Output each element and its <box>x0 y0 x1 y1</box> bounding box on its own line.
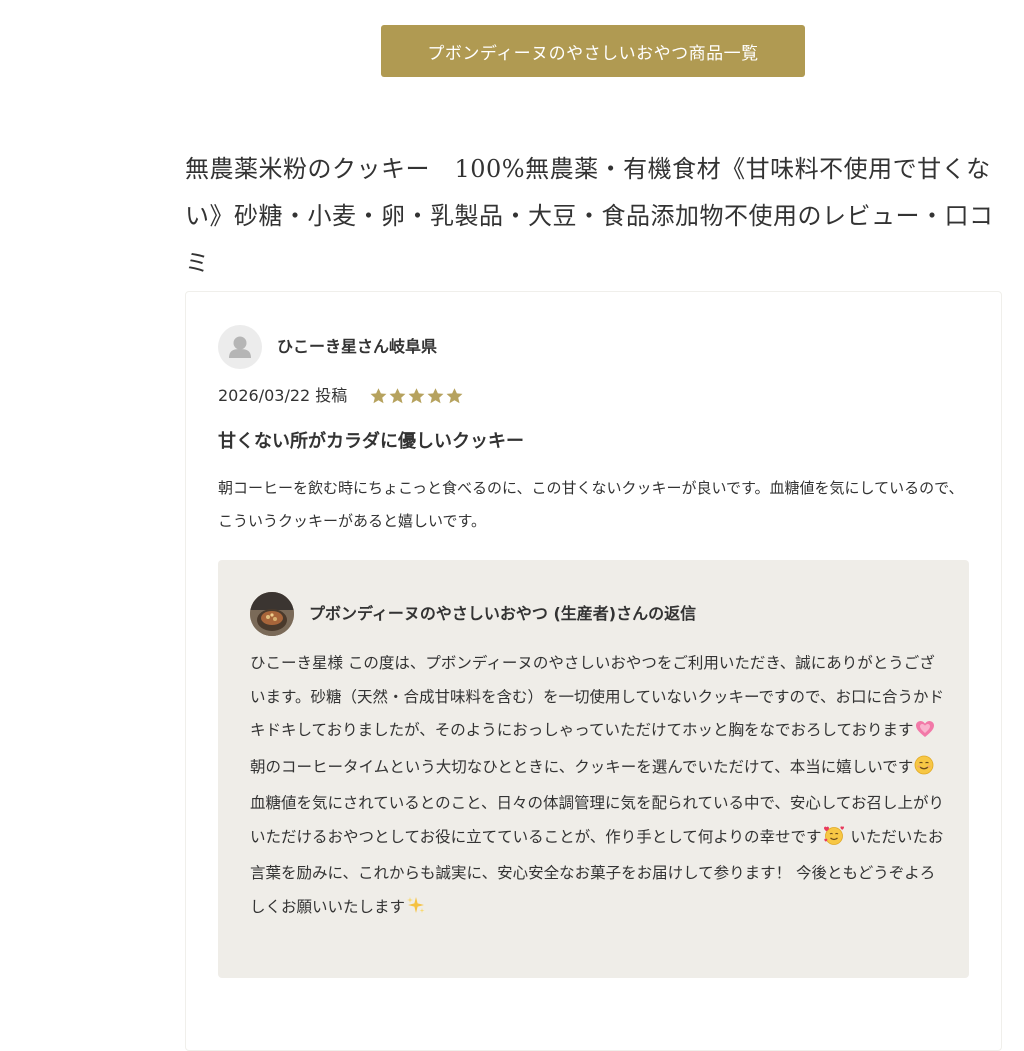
responder-name: プボンディーヌのやさしいおやつ (生産者)さんの返信 <box>309 604 697 623</box>
sparkles-emoji-icon <box>406 894 426 928</box>
smiling-face-emoji-icon <box>914 754 934 788</box>
review-title: 甘くない所がカラダに優しいクッキー <box>218 431 524 452</box>
review-date: 2026/03/22 投稿 <box>218 386 348 405</box>
product-list-button[interactable]: プボンディーヌのやさしいおやつ商品一覧 <box>381 25 805 77</box>
smiling-face-with-hearts-emoji-icon <box>823 824 845 858</box>
page-title: 無農薬米粉のクッキー 100%無農薬・有機食材《甘味料不使用で甘くない》砂糖・小… <box>185 155 994 277</box>
star-icon <box>389 388 406 404</box>
star-icon <box>370 388 387 404</box>
star-icon <box>408 388 425 404</box>
growing-heart-emoji-icon <box>915 717 935 751</box>
reviewer-name: ひこーき星さん岐阜県 <box>277 337 438 356</box>
producer-avatar-icon <box>250 592 294 636</box>
reviewer-avatar-icon <box>218 325 262 369</box>
star-rating <box>369 385 464 407</box>
reply-body: ひこーき星様 この度は、プボンディーヌのやさしいおやつをご利用いただき、誠にあり… <box>250 647 950 927</box>
reply-text-part: ひこーき星様 この度は、プボンディーヌのやさしいおやつをご利用いただき、誠にあり… <box>250 654 944 739</box>
reply-text-part: 朝のコーヒータイムという大切なひとときに、クッキーを選んでいただけて、本当に嬉し… <box>250 757 914 776</box>
star-icon <box>427 388 444 404</box>
review-body: 朝コーヒーを飲む時にちょこっと食べるのに、この甘くないクッキーが良いです。血糖値… <box>218 479 964 530</box>
star-icon <box>446 388 463 404</box>
